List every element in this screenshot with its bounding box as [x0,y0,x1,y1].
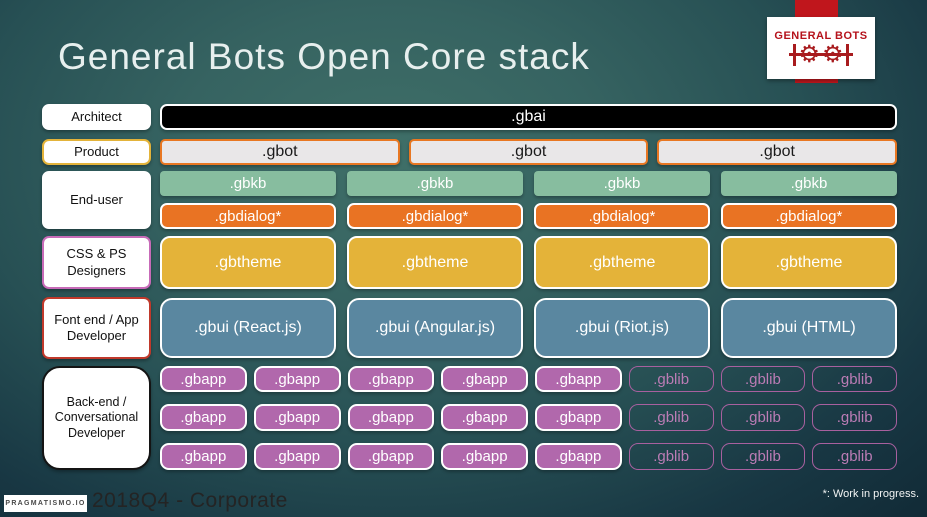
gbtheme-box: .gbtheme [160,236,336,289]
gbapp-box: .gbapp [535,404,622,431]
layer-row-gbapp-2: .gbapp .gbapp .gbapp .gbapp .gbapp .gbli… [160,404,897,431]
gbapp-box: .gbapp [535,366,622,392]
layer-row-gbai: .gbai [160,104,897,130]
gbapp-box: .gbapp [441,366,528,392]
slide: General Bots Open Core stack GENERAL BOT… [0,0,927,517]
pragmatismo-badge: PRAGMATISMO.IO [4,495,87,512]
gbapp-box: .gbapp [253,404,341,431]
layer-row-gbot: .gbot .gbot .gbot [160,139,898,165]
gbtheme-box: .gbtheme [534,236,710,289]
gbapp-box: .gbapp [441,404,528,431]
role-label-front-end-app-developer: Font end / App Developer [42,297,151,359]
role-label-end-user: End-user [42,171,151,229]
gbapp-box: .gbapp [441,443,528,470]
gblib-box: .gblib [720,404,806,431]
gbapp-box: .gbapp [160,443,247,470]
gblib-box: .gblib [628,443,714,470]
gbtheme-box: .gbtheme [721,236,897,289]
gbdialog-box: .gbdialog* [721,203,897,229]
gblib-box: .gblib [720,366,806,392]
role-label-product: Product [42,139,151,165]
gbapp-box: .gbapp [160,366,247,392]
logo-bar-right [845,43,849,66]
work-in-progress-note: *: Work in progress. [822,488,919,500]
gbdialog-box: .gbdialog* [534,203,710,229]
gbkb-box: .gbkb [534,171,710,196]
layer-row-gbui: .gbui (React.js) .gbui (Angular.js) .gbu… [160,298,897,358]
footer-edition: 2018Q4 - Corporate [92,489,288,512]
gbapp-box: .gbapp [160,404,247,431]
gbkb-box: .gbkb [160,171,336,196]
page-title: General Bots Open Core stack [58,36,590,77]
layer-row-gbapp-3: .gbapp .gbapp .gbapp .gbapp .gbapp .gbli… [160,443,897,470]
layer-row-gbapp-1: .gbapp .gbapp .gbapp .gbapp .gbapp .gbli… [160,366,897,392]
gbot-box: .gbot [160,139,400,165]
gbui-angular-box: .gbui (Angular.js) [347,298,523,358]
gbot-box: .gbot [408,139,649,165]
gblib-box: .gblib [812,366,897,392]
gbui-react-box: .gbui (React.js) [160,298,336,358]
role-label-back-end-conversational-developer: Back-end / Conversational Developer [42,366,151,470]
gears-logo-row: ⚙ ⚙ [789,40,853,68]
gbui-html-box: .gbui (HTML) [721,298,897,358]
gbkb-box: .gbkb [347,171,523,196]
gbapp-box: .gbapp [347,366,435,392]
gblib-box: .gblib [812,443,897,470]
gbapp-box: .gbapp [535,443,622,470]
gbapp-box: .gbapp [253,443,341,470]
gbdialog-box: .gbdialog* [160,203,336,229]
gbapp-box: .gbapp [347,404,435,431]
gbapp-box: .gbapp [253,366,341,392]
layer-row-gbtheme: .gbtheme .gbtheme .gbtheme .gbtheme [160,236,897,289]
layer-row-gbkb: .gbkb .gbkb .gbkb .gbkb [160,171,897,196]
gbot-box: .gbot [657,139,898,165]
gbai-bar: .gbai [160,104,897,130]
layer-row-gbdialog: .gbdialog* .gbdialog* .gbdialog* .gbdial… [160,203,897,229]
gbkb-box: .gbkb [721,171,897,196]
logo-bar-left [793,43,797,66]
gblib-box: .gblib [720,443,806,470]
gblib-box: .gblib [628,366,714,392]
role-label-architect: Architect [42,104,151,130]
role-label-css-ps-designers: CSS & PS Designers [42,236,151,289]
gbtheme-box: .gbtheme [347,236,523,289]
gblib-box: .gblib [628,404,714,431]
gbapp-box: .gbapp [347,443,435,470]
gear-icon: ⚙ [822,40,844,68]
gear-icon: ⚙ [798,40,820,68]
gbui-riot-box: .gbui (Riot.js) [534,298,710,358]
brand-logo: GENERAL BOTS ⚙ ⚙ [767,17,875,79]
brand-logo-text: GENERAL BOTS [774,29,868,42]
gbdialog-box: .gbdialog* [347,203,523,229]
gblib-box: .gblib [812,404,897,431]
